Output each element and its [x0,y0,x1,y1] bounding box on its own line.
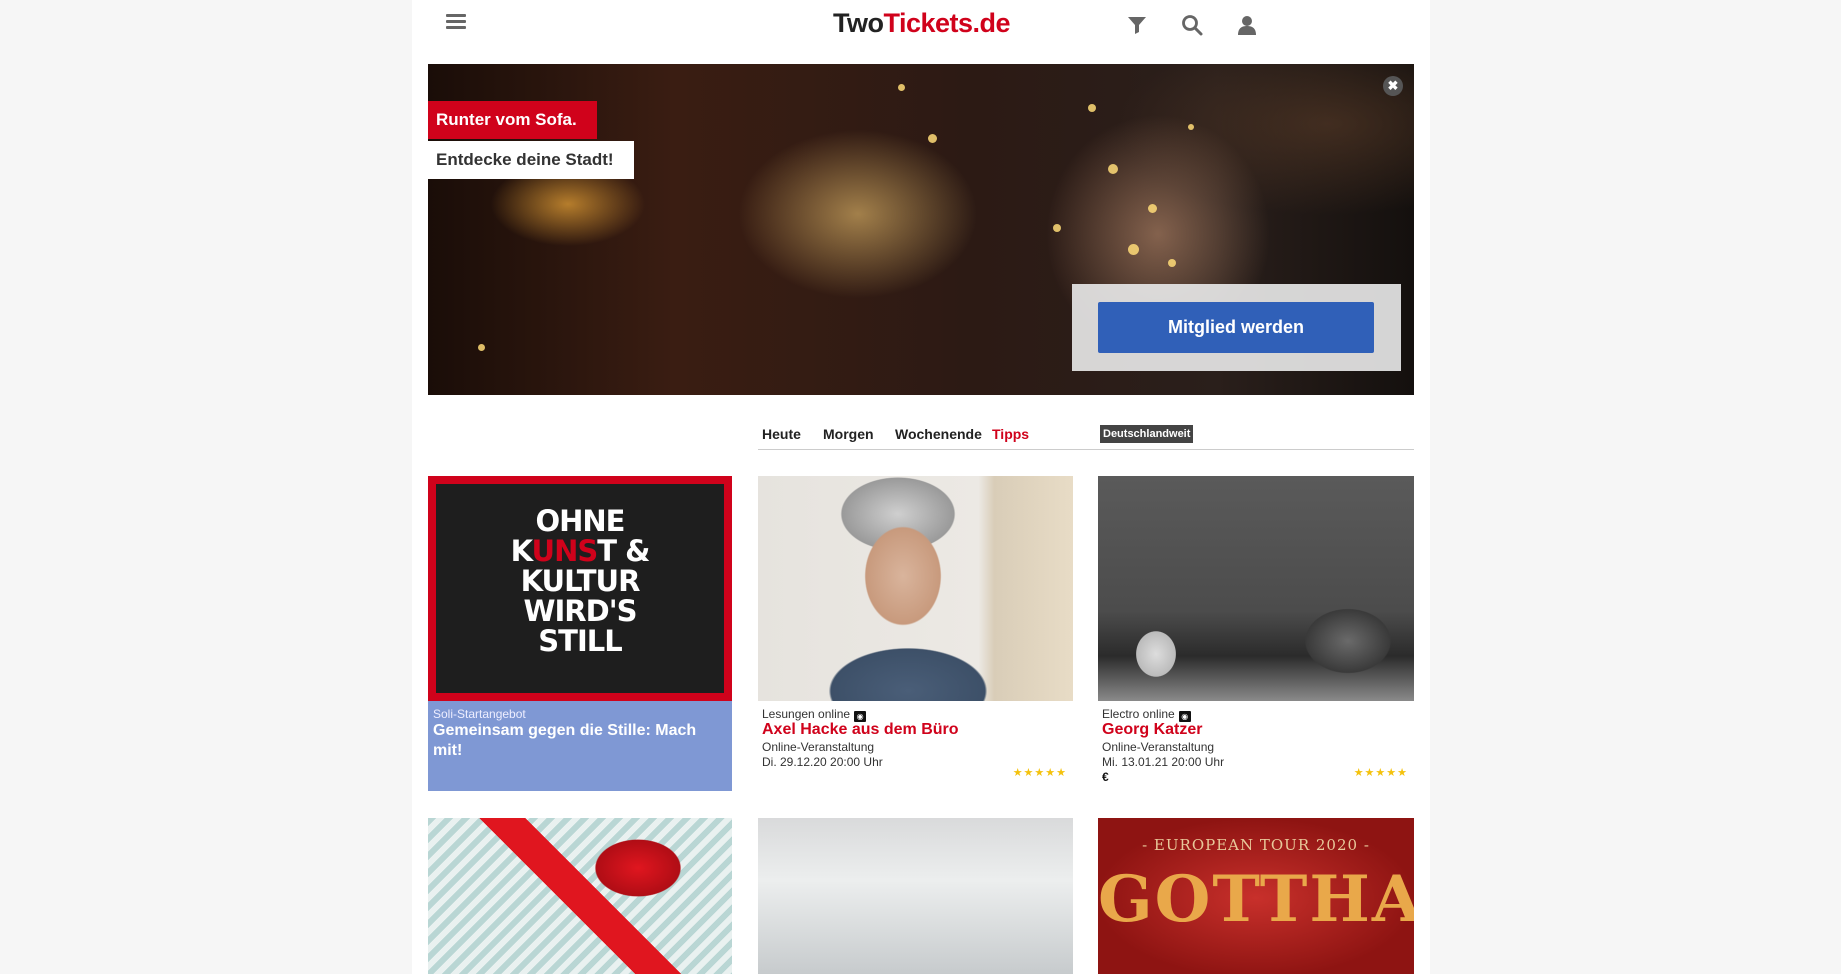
tab-morgen[interactable]: Morgen [823,426,874,442]
tab-wochenende[interactable]: Wochenende [895,426,982,442]
event-card-axel-hacke[interactable]: Lesungen online ◉ Axel Hacke aus dem Büro… [758,476,1073,791]
close-icon[interactable]: ✖ [1383,76,1403,96]
event-card-georg-katzer[interactable]: Electro online ◉ Georg Katzer Online-Vera… [1098,476,1414,791]
bokeh-light [898,84,905,91]
region-selector[interactable]: Deutschlandweit [1100,425,1194,443]
bokeh-light [1168,259,1176,267]
poster-line: WIRD'S [523,594,638,628]
event-image [1098,476,1414,701]
filter-icon[interactable] [1125,13,1149,37]
hero-subline: Entdecke deine Stadt! [428,141,634,179]
card-date: Di. 29.12.20 20:00 Uhr [762,755,883,769]
bokeh-light [1188,124,1194,130]
card-title[interactable]: Axel Hacke aus dem Büro [762,721,959,739]
room-image [758,818,1073,974]
site-logo[interactable]: TwoTickets.de [833,8,1011,39]
gift-image [428,818,732,974]
gotthard-band-name: GOTTHARD [1098,862,1414,937]
bokeh-light [1148,204,1157,213]
gotthard-tour-text: - EUROPEAN TOUR 2020 - [1142,836,1370,854]
card-title[interactable]: Gemeinsam gegen die Stille: Mach mit! [433,721,723,761]
page: TwoTickets.de Runter vom Sofa. Entdecke … [412,0,1430,974]
category-label: Electro online [1102,707,1175,721]
card-category: Soli-Startangebot [433,707,526,721]
soli-poster-image: OHNE KUNST & KULTUR WIRD'S STILL [428,476,732,701]
soli-poster-inner: OHNE KUNST & KULTUR WIRD'S STILL [436,484,724,693]
hero-banner: Runter vom Sofa. Entdecke deine Stadt! ✖… [428,64,1414,395]
card-title[interactable]: Georg Katzer [1102,721,1202,739]
poster-line: KULTUR [520,564,641,598]
category-label: Lesungen online [762,707,851,721]
bokeh-light [1053,224,1061,232]
become-member-button[interactable]: Mitglied werden [1098,302,1374,353]
card-price: € [1102,770,1109,784]
event-card-room[interactable] [758,818,1073,974]
bokeh-light [1128,244,1139,255]
card-subtitle: Online-Veranstaltung [762,740,875,754]
poster-highlight: UNS [531,534,599,568]
soli-poster-text: OHNE KUNST & KULTUR WIRD'S STILL [436,506,724,656]
user-icon[interactable] [1235,13,1259,37]
rating-stars: ★★★★★ [1353,767,1408,779]
poster-line: STILL [538,624,622,658]
card-category: Electro online ◉ [1102,707,1191,722]
rating-stars: ★★★★★ [1012,767,1067,779]
event-image [758,476,1073,701]
search-icon[interactable] [1180,13,1204,37]
event-card-gotthard[interactable]: - EUROPEAN TOUR 2020 - GOTTHARD [1098,818,1414,974]
card-subtitle: Online-Veranstaltung [1102,740,1215,754]
logo-part-two: Two [833,8,884,38]
day-filter-tabs: Heute Morgen Wochenende Tipps Deutschlan… [758,424,1414,450]
tab-heute[interactable]: Heute [762,426,801,442]
card-category: Lesungen online ◉ [762,707,867,722]
bokeh-light [478,344,485,351]
card-date: Mi. 13.01.21 20:00 Uhr [1102,755,1225,769]
bokeh-light [928,134,937,143]
logo-part-tickets: Tickets.de [883,8,1011,38]
tab-tipps[interactable]: Tipps [992,426,1029,442]
gotthard-image: - EUROPEAN TOUR 2020 - GOTTHARD [1098,818,1414,974]
bokeh-light [1088,104,1096,112]
bokeh-light [1108,164,1118,174]
poster-line: KUNST & [510,534,651,568]
soli-card[interactable]: OHNE KUNST & KULTUR WIRD'S STILL Soli-St… [428,476,732,791]
event-card-gift[interactable] [428,818,732,974]
poster-line: OHNE [535,504,625,538]
cta-box: Mitglied werden [1072,284,1401,371]
menu-icon[interactable] [446,14,466,30]
hero-headline: Runter vom Sofa. [428,101,597,139]
